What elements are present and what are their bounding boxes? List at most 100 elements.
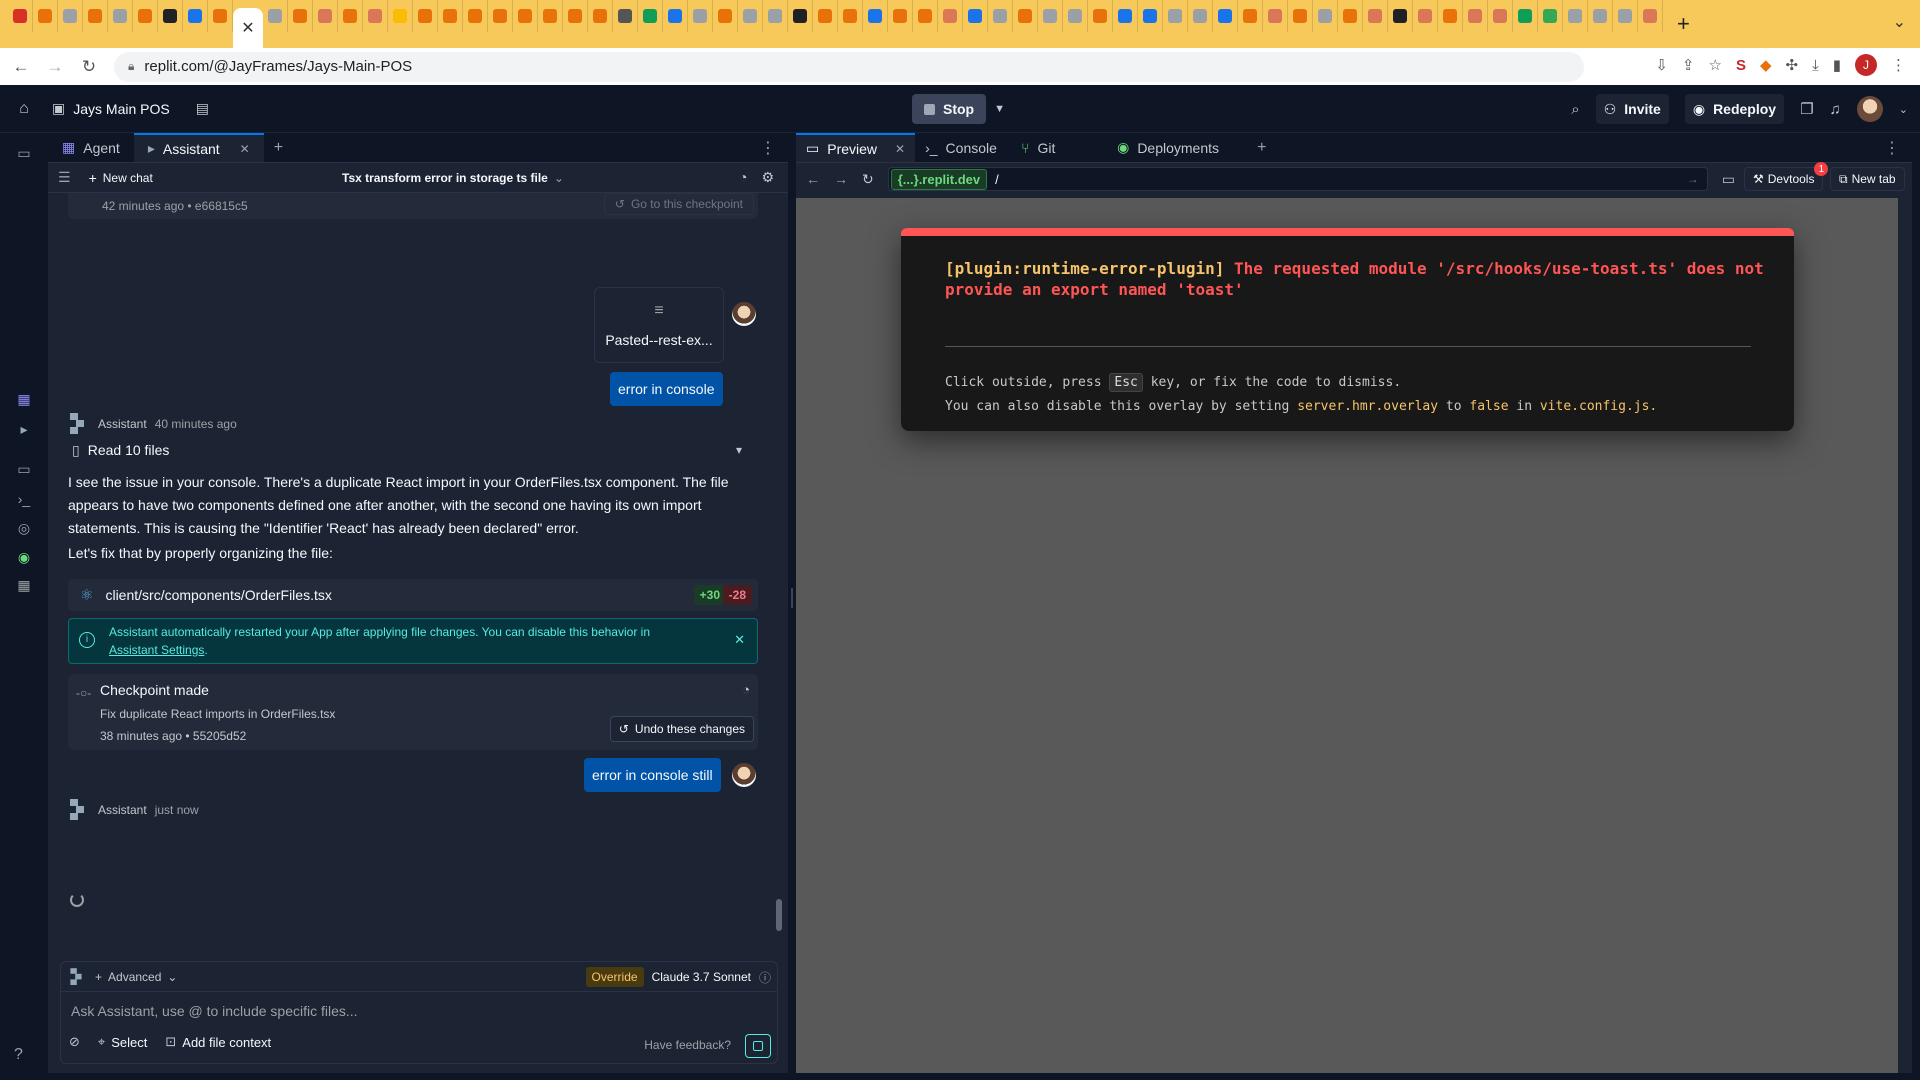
model-name[interactable]: Claude 3.7 Sonnet [652,970,751,984]
browser-tab[interactable] [58,0,83,32]
app-preview-viewport[interactable]: [plugin:runtime-error-plugin] The reques… [796,198,1912,1073]
browser-tab[interactable] [1638,0,1663,32]
feedback-link[interactable]: Have feedback? [644,1038,731,1052]
run-options-chevron-icon[interactable]: ▼ [994,103,1005,115]
go-to-checkpoint-button[interactable]: ↺ Go to this checkpoint [603,193,754,215]
send-button[interactable] [745,1034,771,1058]
chat-messages[interactable]: 42 minutes ago • e66815c5 ↺ Go to this c… [48,193,788,1073]
bookmark-star-icon[interactable]: ☆ [1709,56,1722,74]
browser-tab[interactable] [763,0,788,32]
assistant-icon[interactable]: ▸ [14,419,34,439]
back-arrow-icon[interactable]: ← [8,57,34,77]
open-new-tab-button[interactable]: ⧉ New tab [1830,167,1905,191]
assistant-settings-gear-icon[interactable]: ⚙ [761,169,774,186]
browser-tab[interactable] [788,0,813,32]
browser-tab[interactable] [363,0,388,32]
read-files-summary[interactable]: ▯ Read 10 files ▾ [72,438,752,462]
navigate-arrow-icon[interactable]: → [1687,172,1699,186]
devtools-button[interactable]: ⚒ Devtools 1 [1744,162,1829,191]
user-avatar[interactable] [1856,96,1883,122]
browser-tab[interactable] [413,0,438,32]
chat-title-dropdown[interactable]: Tsx transform error in storage ts file ⌄ [342,171,564,185]
checkpoint-restore-icon[interactable]: ◔ [739,169,747,186]
file-diff-row[interactable]: ⚛ client/src/components/OrderFiles.tsx +… [68,579,758,611]
close-icon[interactable]: ✕ [240,142,250,156]
install-icon[interactable]: ⇩ [1655,56,1668,74]
active-tab-close-icon[interactable]: ✕ [233,8,263,48]
browser-tab[interactable] [208,0,233,32]
device-preview-icon[interactable]: ▭ [1722,171,1735,188]
select-element-button[interactable]: ⌖ Select [98,1034,147,1050]
browser-tab[interactable] [1438,0,1463,32]
browser-tab[interactable] [863,0,888,32]
reload-icon[interactable]: ↻ [76,57,102,77]
browser-tab[interactable] [688,0,713,32]
browser-tab[interactable] [1513,0,1538,32]
tab-preview[interactable]: ▭ Preview ✕ [796,133,916,162]
preview-url-field[interactable]: {...}.replit.dev / → [887,167,1708,191]
browser-tab[interactable] [1013,0,1038,32]
profile-avatar[interactable]: J [1855,54,1877,76]
browser-tab[interactable] [438,0,463,32]
browser-tab[interactable] [488,0,513,32]
override-badge[interactable]: Override [585,967,644,987]
browser-tab[interactable] [1038,0,1063,32]
tab-search-chevron-icon[interactable]: ⌄ [1893,12,1906,32]
dev-domain-chip[interactable]: {...}.replit.dev [890,168,988,190]
close-icon[interactable]: ✕ [895,142,905,156]
browser-tab[interactable] [1488,0,1513,32]
tab-assistant[interactable]: ▸ Assistant ✕ [133,133,264,162]
browser-tab[interactable] [888,0,913,32]
browser-tab[interactable] [1063,0,1088,32]
browser-tab[interactable] [108,0,133,32]
tab-deployments[interactable]: ◉ Deployments [1107,133,1247,162]
attach-paperclip-icon[interactable]: ⊘ [69,1034,80,1050]
browser-tab[interactable] [1238,0,1263,32]
redeploy-button[interactable]: ◉ Redeploy [1684,94,1785,124]
deployments-icon[interactable]: ◉ [14,547,34,567]
browser-tab[interactable] [913,0,938,32]
preview-scrollbar-track[interactable] [1898,198,1912,1073]
browser-tab[interactable] [1313,0,1338,32]
preview-back-icon[interactable]: ← [806,171,820,187]
model-info-icon[interactable]: ⓘ [759,969,771,986]
add-tab-plus-icon[interactable]: + [264,133,293,162]
browser-tab[interactable] [563,0,588,32]
downloads-icon[interactable]: ⤓ [1812,57,1819,74]
browser-tab[interactable] [1338,0,1363,32]
tab-agent[interactable]: ▦ Agent [48,133,134,162]
browser-tab[interactable] [263,0,288,32]
browser-tab[interactable] [1138,0,1163,32]
browser-tab[interactable] [1588,0,1613,32]
browser-tab[interactable] [1188,0,1213,32]
browser-tab[interactable] [1388,0,1413,32]
site-info-icon[interactable]: 🔒︎ [128,59,134,74]
browser-tab[interactable] [83,0,108,32]
browser-tab[interactable] [1113,0,1138,32]
stop-button[interactable]: Stop [912,94,987,124]
undo-changes-button[interactable]: ↺ Undo these changes [609,716,754,742]
browser-tab[interactable] [1613,0,1638,32]
browser-tab[interactable] [33,0,58,32]
new-chat-button[interactable]: + New chat [89,170,153,186]
help-icon[interactable]: ? [14,1046,23,1064]
search-icon[interactable]: ⌕ [1571,101,1579,118]
dismiss-close-icon[interactable]: ✕ [734,631,745,649]
pasted-attachment-card[interactable]: ≡ Pasted--rest-ex... [594,287,724,363]
browser-tab[interactable] [288,0,313,32]
project-title[interactable]: ▣ Jays Main POS ▤ [52,100,209,117]
pane-resize-handle[interactable] [788,133,796,1073]
browser-tab[interactable] [1213,0,1238,32]
rollback-gauge-icon[interactable]: ◔ [742,682,750,697]
forward-arrow-icon[interactable]: → [42,57,68,77]
address-bar[interactable]: 🔒︎ replit.com/@JayFrames/Jays-Main-POS [114,51,1584,82]
chat-scrollbar[interactable] [776,899,782,931]
browser-tab[interactable] [988,0,1013,32]
extensions-puzzle-icon[interactable]: ✣ [1786,56,1799,74]
vite-error-overlay[interactable]: [plugin:runtime-error-plugin] The reques… [901,228,1794,431]
browser-tab[interactable] [663,0,688,32]
side-panel-icon[interactable]: ▮ [1833,56,1841,74]
pane-more-menu-icon[interactable]: ⋮ [1872,133,1912,162]
chat-history-list-icon[interactable]: ☰ [58,169,71,186]
browser-tab[interactable] [1413,0,1438,32]
